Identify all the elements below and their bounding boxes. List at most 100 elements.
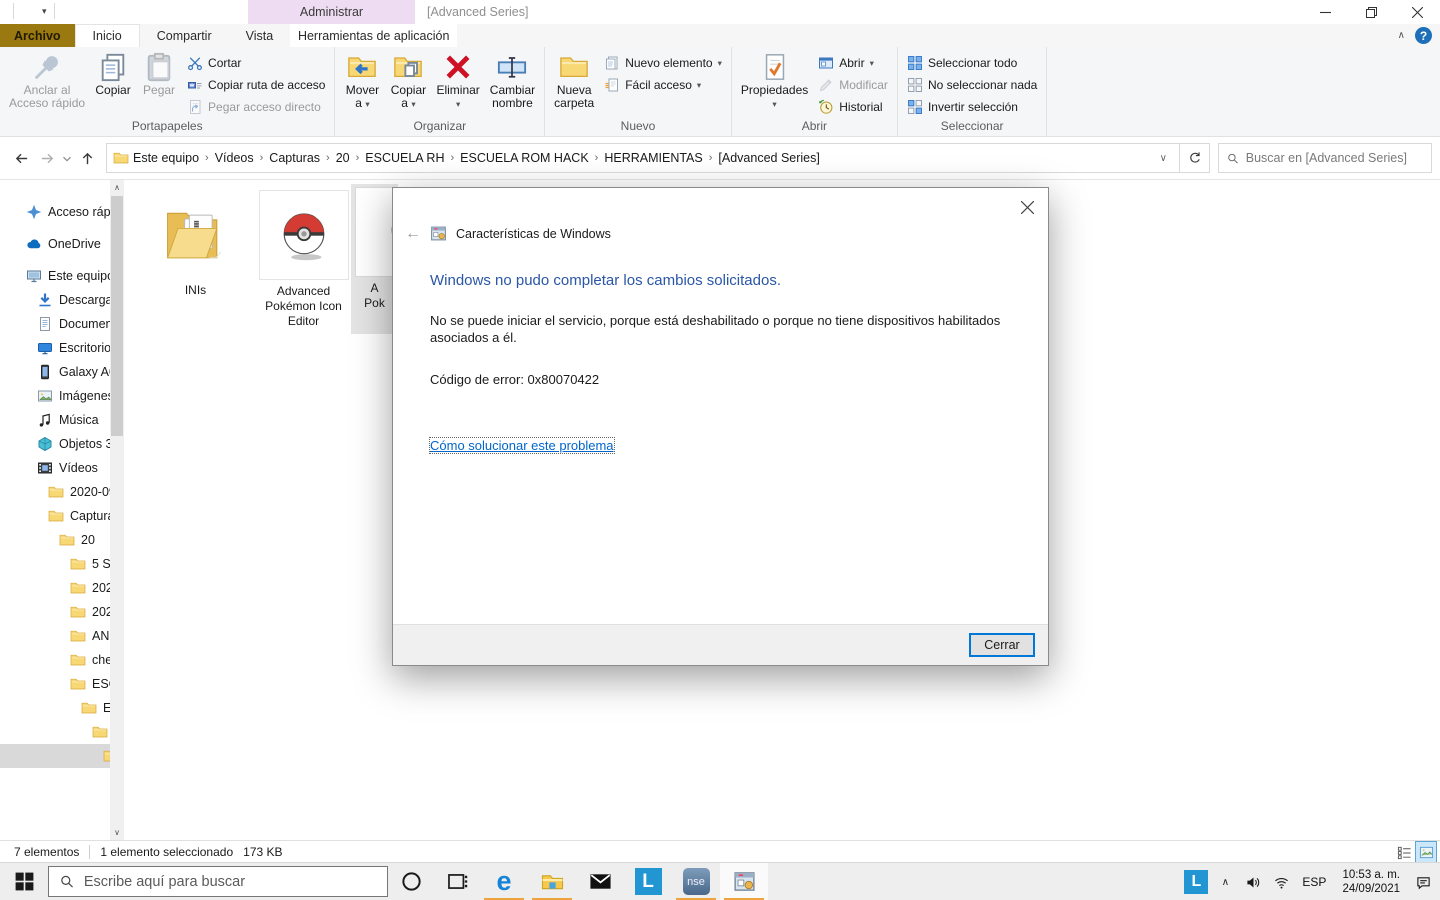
sidebar-item-este-equipo[interactable]: Este equipo [0,264,110,288]
breadcrumb-item[interactable]: HERRAMIENTAS [600,151,706,165]
sidebar-item-escu[interactable]: ESCU [0,696,110,720]
tray-lunar-icon[interactable]: L [1184,870,1208,894]
qat-customize-chevron-icon[interactable]: ▾ [42,6,47,16]
sidebar-item-2021-0[interactable]: 2021 0 [0,600,110,624]
task-view-icon[interactable] [434,863,480,900]
address-box[interactable]: Este equipo›Vídeos›Capturas›20›ESCUELA R… [106,143,1180,173]
cerrar-button[interactable]: Cerrar [969,633,1035,657]
ribbon-button-copiar-ruta-de-acceso[interactable]: Copiar ruta de acceso [182,74,330,96]
ribbon-button-nuevo-elemento[interactable]: Nuevo elemento▾ [599,52,727,74]
taskbar-mail-icon[interactable] [576,863,624,900]
details-view-icon[interactable] [1394,842,1414,862]
taskbar-search-input[interactable] [84,874,376,890]
sidebar-item-a[interactable]: A [0,792,110,816]
notification-center-icon[interactable] [1412,875,1434,890]
ribbon-button-copiar[interactable]: Copiar [90,49,136,97]
taskbar-edge-icon[interactable]: e [480,863,528,900]
ribbon-button-anclar-al-acceso-rápido[interactable]: Anclar alAcceso rápido [4,49,90,110]
tab-herramientas-de-aplicaci-n[interactable]: Herramientas de aplicación [290,24,457,47]
sidebar-item-2020-09[interactable]: 2020-09 [0,480,110,504]
ribbon-button-no-seleccionar-nada[interactable]: No seleccionar nada [902,74,1042,96]
tab-inicio[interactable]: Inicio [75,24,140,47]
taskbar-explorer-icon[interactable] [528,863,576,900]
ribbon-button-cambiar-nombre[interactable]: Cambiarnombre [485,49,540,110]
sidebar-scrollbar[interactable]: ∧ ∨ [110,180,124,840]
ribbon-button-abrir[interactable]: Abrir▾ [813,52,893,74]
breadcrumb-item[interactable]: Vídeos [211,151,258,165]
restore-button[interactable] [1348,0,1394,24]
sidebar-item--a[interactable]: [A [0,744,110,768]
ribbon-button-pegar-acceso-directo[interactable]: Pegar acceso directo [182,96,330,118]
taskbar-search[interactable] [48,866,388,897]
ribbon-button-nueva-carpeta[interactable]: Nuevacarpeta [549,49,599,110]
sidebar-item-20[interactable]: 20 [0,528,110,552]
tray-expand-chevron-icon[interactable]: ∧ [1214,877,1236,888]
sidebar-item-galaxy-a0[interactable]: Galaxy A0 [0,360,110,384]
address-dropdown-chevron-icon[interactable]: ∨ [1154,153,1173,164]
ribbon-button-mover-a[interactable]: Movera ▾ [339,49,385,111]
clock[interactable]: 10:53 a. m. 24/09/2021 [1336,868,1406,896]
sidebar-item-cheats[interactable]: cheats [0,648,110,672]
ribbon-button-eliminar[interactable]: Eliminar▾ [431,49,484,111]
sidebar-item-andr[interactable]: ANDR [0,624,110,648]
dialog-back-icon[interactable]: ← [405,226,421,242]
close-button[interactable] [1394,0,1440,24]
sidebar-item-escritorio[interactable]: Escritorio [0,336,110,360]
collapse-ribbon-chevron-icon[interactable]: ∧ [1398,30,1405,41]
sidebar-item-acceso-rápi[interactable]: Acceso rápi [0,200,110,224]
sidebar-item-capturas[interactable]: Capturas [0,504,110,528]
sidebar-item-imágenes[interactable]: Imágenes [0,384,110,408]
ribbon-button-historial[interactable]: Historial [813,96,893,118]
sidebar-item-música[interactable]: Música [0,408,110,432]
breadcrumb-item[interactable]: Este equipo [129,151,203,165]
dialog-close-icon[interactable] [1016,196,1038,218]
contextual-tab-administrar[interactable]: Administrar [248,0,415,24]
breadcrumb-item[interactable]: ESCUELA RH [361,151,448,165]
sidebar-item-onedrive[interactable]: OneDrive [0,232,110,256]
forward-icon[interactable] [34,145,60,171]
ribbon-button-propiedades[interactable]: Propiedades▾ [736,49,813,111]
breadcrumb-item[interactable]: 20 [332,151,354,165]
sidebar-item-escue[interactable]: ESCUE [0,672,110,696]
tab-compartir[interactable]: Compartir [140,24,229,47]
ribbon-button-fácil-acceso[interactable]: Fácil acceso▾ [599,74,727,96]
explorer-search-input[interactable] [1246,151,1423,165]
sidebar-item-a[interactable]: A [0,768,110,792]
scroll-up-icon[interactable]: ∧ [110,180,124,195]
help-icon[interactable]: ? [1415,27,1432,44]
file-item-selected[interactable]: A Pok [351,184,398,334]
sidebar-item-document[interactable]: Document [0,312,110,336]
cortana-icon[interactable] [388,863,434,900]
explorer-search[interactable] [1218,143,1432,173]
sidebar-item-descargas[interactable]: Descargas [0,288,110,312]
taskbar-nse-icon[interactable]: nse [672,863,720,900]
ribbon-button-copiar-a[interactable]: Copiara ▾ [385,49,431,111]
breadcrumb-item[interactable]: Capturas [265,151,324,165]
file-item-inis[interactable]: INIs [148,188,243,298]
file-item-advanced-pokemon-icon-editor[interactable]: Advanced Pokémon Icon Editor [256,188,351,329]
breadcrumb-item[interactable]: ESCUELA ROM HACK [456,151,593,165]
dialog-help-link[interactable]: Cómo solucionar este problema [430,438,614,453]
thumbnail-view-icon[interactable] [1416,842,1436,862]
minimize-button[interactable] [1302,0,1348,24]
sidebar-item-objetos-3d[interactable]: Objetos 3D [0,432,110,456]
refresh-icon[interactable] [1180,143,1210,173]
wifi-icon[interactable] [1270,875,1292,890]
taskbar-windows-features-icon[interactable] [720,863,768,900]
back-icon[interactable] [8,145,34,171]
breadcrumb-item[interactable]: [Advanced Series] [714,151,823,165]
ribbon-button-seleccionar-todo[interactable]: Seleccionar todo [902,52,1042,74]
sidebar-item-5-savs[interactable]: 5 SAVS [0,552,110,576]
language-indicator[interactable]: ESP [1298,875,1330,889]
volume-icon[interactable] [1242,875,1264,890]
taskbar-lunar-icon[interactable]: L [624,863,672,900]
sidebar-item-a[interactable]: A [0,816,110,840]
sidebar-item-2020-0[interactable]: 2020 0 [0,576,110,600]
recent-locations-chevron-icon[interactable] [60,145,74,171]
ribbon-button-invertir-selección[interactable]: Invertir selección [902,96,1042,118]
start-button[interactable] [0,863,48,900]
sidebar-item-vídeos[interactable]: Vídeos [0,456,110,480]
scroll-down-icon[interactable]: ∨ [110,825,124,840]
tab-vista[interactable]: Vista [229,24,291,47]
ribbon-button-pegar[interactable]: Pegar [136,49,182,97]
